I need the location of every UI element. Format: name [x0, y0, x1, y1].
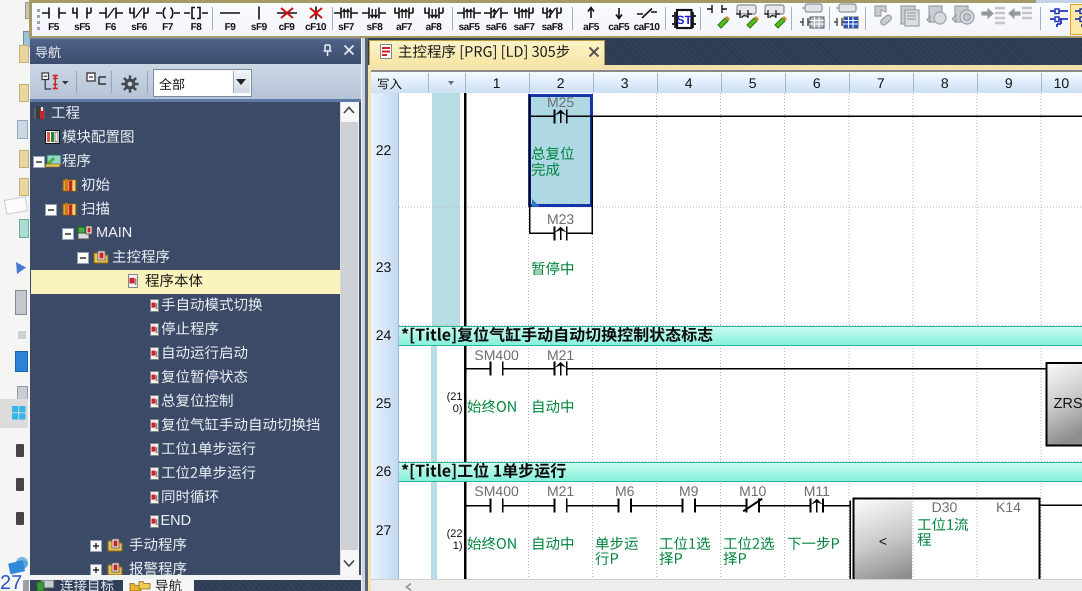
svg-text:ST: ST: [677, 13, 693, 27]
